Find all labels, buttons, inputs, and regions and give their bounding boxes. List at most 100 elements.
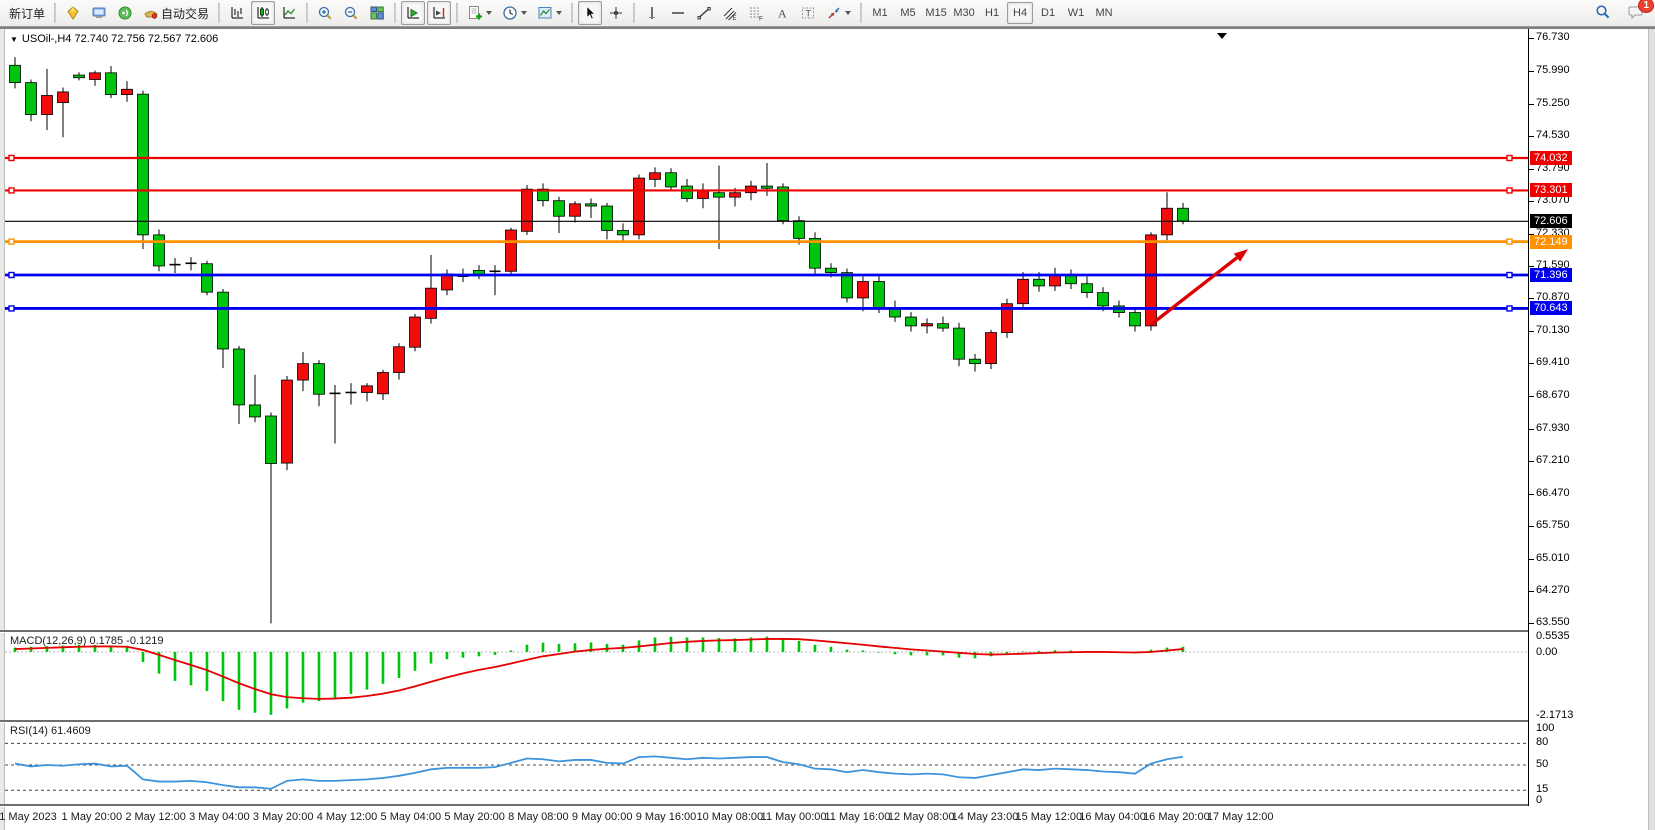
chart-area: ▼USOil-,H4 72.740 72.756 72.567 72.606 M… — [0, 27, 1655, 830]
timeframe-m1-button[interactable]: M1 — [867, 2, 893, 24]
toolbar-separator — [860, 3, 862, 23]
toolbar-separator — [306, 3, 308, 23]
time-axis-label: 14 May 23:00 — [952, 811, 1019, 823]
pane-separator[interactable] — [0, 720, 1648, 723]
auto-scroll-button[interactable] — [401, 1, 425, 25]
hline-price-badge: 72.149 — [1530, 235, 1572, 249]
macd-axis-label: 0.5535 — [1536, 630, 1570, 642]
price-tick-label: 70.130 — [1536, 324, 1570, 336]
periods-button[interactable] — [498, 1, 531, 25]
price-tick-label: 65.750 — [1536, 519, 1570, 531]
time-axis-label: 9 May 00:00 — [572, 811, 633, 823]
timeframe-m30-button[interactable]: M30 — [951, 2, 977, 24]
timeframe-m5-button[interactable]: M5 — [895, 2, 921, 24]
time-axis-label: 10 May 08:00 — [696, 811, 763, 823]
price-tick-label: 65.010 — [1536, 552, 1570, 564]
fibonacci-icon: F — [748, 5, 764, 21]
price-tick-label: 75.990 — [1536, 64, 1570, 76]
text-label-button[interactable]: T — [796, 1, 820, 25]
templates-icon — [537, 5, 553, 21]
market-button[interactable] — [61, 1, 85, 25]
one-click-trading-arrow[interactable]: ▼ — [10, 35, 18, 44]
time-axis[interactable]: 1 May 20231 May 20:002 May 12:003 May 04… — [5, 808, 1648, 830]
timeframe-w1-button[interactable]: W1 — [1063, 2, 1089, 24]
zoom-out-button[interactable] — [339, 1, 363, 25]
time-axis-label: 1 May 20:00 — [62, 811, 123, 823]
svg-text:T: T — [806, 9, 812, 19]
rsi-label: RSI(14) 61.4609 — [10, 725, 91, 737]
text-label-icon: T — [800, 5, 816, 21]
terminal-button[interactable] — [87, 1, 111, 25]
bar-chart-icon — [229, 5, 245, 21]
price-axis[interactable]: 76.73075.99075.25074.53073.79073.07072.3… — [1529, 29, 1648, 806]
price-tick-label: 67.930 — [1536, 422, 1570, 434]
timeframe-h1-button[interactable]: H1 — [979, 2, 1005, 24]
svg-text:E: E — [733, 16, 737, 21]
timeframe-d1-button[interactable]: D1 — [1035, 2, 1061, 24]
toolbar-separator — [218, 3, 220, 23]
arrows-button[interactable] — [822, 1, 855, 25]
mt4-window: 新订单 自动交易 E FA T M1M5M15M30H1H4D1W1MN 1 ▼USOil… — [0, 0, 1655, 830]
tile-windows-button[interactable] — [365, 1, 389, 25]
search-button[interactable] — [1591, 1, 1615, 25]
chevron-down-icon[interactable] — [845, 11, 851, 15]
new-order-button[interactable]: 新订单 — [3, 1, 49, 25]
hline-price-badge: 74.032 — [1530, 151, 1572, 165]
bar-chart-button[interactable] — [225, 1, 249, 25]
autotrading-button[interactable]: 自动交易 — [139, 1, 213, 25]
chevron-down-icon[interactable] — [486, 11, 492, 15]
price-tick-label: 69.410 — [1536, 356, 1570, 368]
time-axis-label: 17 May 12:00 — [1207, 811, 1274, 823]
time-axis-label: 2 May 12:00 — [125, 811, 186, 823]
chart-shift-button[interactable] — [427, 1, 451, 25]
macd-axis-label: -2.1713 — [1536, 709, 1573, 721]
zoom-in-button[interactable] — [313, 1, 337, 25]
macd-label: MACD(12,26,9) 0.1785 -0.1219 — [10, 635, 163, 647]
signals-icon — [117, 5, 133, 21]
line-chart-icon — [281, 5, 297, 21]
price-pane[interactable] — [5, 32, 1528, 630]
right-edge-strip — [1648, 29, 1655, 830]
macd-pane[interactable] — [5, 634, 1528, 720]
timeframe-m15-button[interactable]: M15 — [923, 2, 949, 24]
rsi-axis-label: 100 — [1536, 722, 1554, 734]
chart-title: ▼USOil-,H4 72.740 72.756 72.567 72.606 — [10, 33, 218, 45]
horizontal-line-button[interactable] — [666, 1, 690, 25]
candlestick-chart-button[interactable] — [251, 1, 275, 25]
search-icon — [1595, 4, 1611, 23]
rsi-pane[interactable] — [5, 724, 1528, 804]
timeframe-mn-button[interactable]: MN — [1091, 2, 1117, 24]
signals-button[interactable] — [113, 1, 137, 25]
arrows-icon — [826, 5, 842, 21]
terminal-icon — [91, 5, 107, 21]
notifications-button[interactable]: 1 — [1624, 1, 1648, 25]
equidistant-channel-button[interactable]: E — [718, 1, 742, 25]
templates-button[interactable] — [533, 1, 566, 25]
hline-price-badge: 70.643 — [1530, 301, 1572, 315]
cursor-button[interactable] — [578, 1, 602, 25]
horizontal-line-icon — [670, 5, 686, 21]
current-price-badge: 72.606 — [1530, 214, 1572, 228]
crosshair-button[interactable] — [604, 1, 628, 25]
cursor-icon — [582, 5, 598, 21]
timeframe-h4-button[interactable]: H4 — [1007, 2, 1033, 24]
time-axis-label: 11 May 00:00 — [761, 811, 827, 823]
tile-windows-icon — [369, 5, 385, 21]
time-axis-label: 3 May 20:00 — [253, 811, 314, 823]
text-icon: A — [774, 5, 790, 21]
periods-icon — [502, 5, 518, 21]
auto-scroll-icon — [405, 5, 421, 21]
pane-separator[interactable] — [0, 630, 1648, 633]
rsi-axis-label: 50 — [1536, 758, 1548, 770]
fibonacci-button[interactable]: F — [744, 1, 768, 25]
line-chart-button[interactable] — [277, 1, 301, 25]
indicators-button[interactable] — [463, 1, 496, 25]
chevron-down-icon[interactable] — [556, 11, 562, 15]
vertical-line-button[interactable] — [640, 1, 664, 25]
price-tick-label: 74.530 — [1536, 129, 1570, 141]
trendline-button[interactable] — [692, 1, 716, 25]
autotrading-icon — [143, 5, 159, 21]
chevron-down-icon[interactable] — [521, 11, 527, 15]
text-button[interactable]: A — [770, 1, 794, 25]
toolbar-separator — [456, 3, 458, 23]
